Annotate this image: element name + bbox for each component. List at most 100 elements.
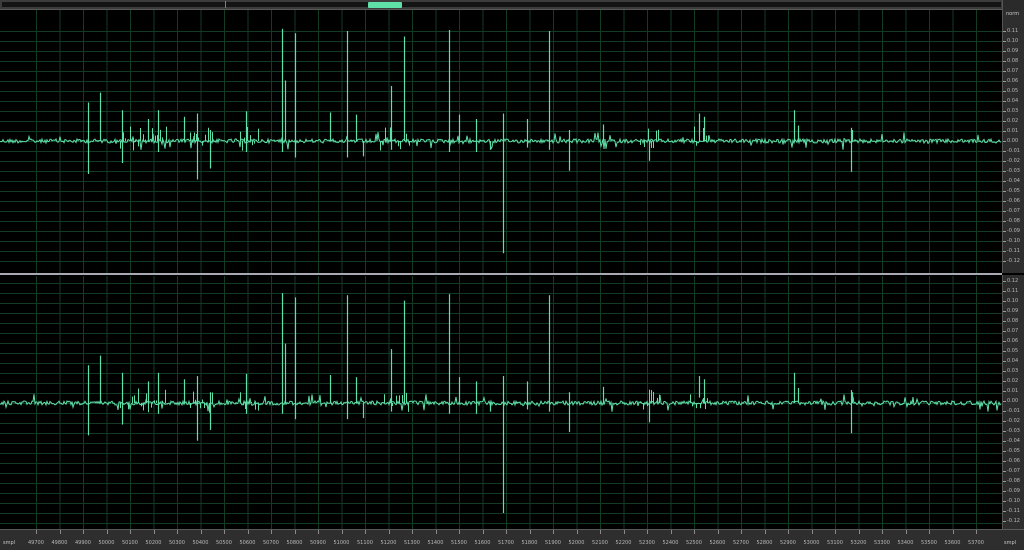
amplitude-tick-mark [1003,431,1006,432]
amplitude-tick-mark [1003,481,1006,482]
amplitude-tick-label: 0.04 [1007,98,1019,104]
amplitude-tick-mark [1003,371,1006,372]
time-unit-label-left: smpl [3,540,16,546]
time-tick-label: 52100 [592,540,608,546]
amplitude-tick-mark [1003,361,1006,362]
overview-view-thumb[interactable] [368,2,402,8]
time-tick-mark [976,530,977,534]
time-tick-label: 52000 [568,540,585,546]
time-tick-mark [177,530,178,534]
overview-scrollbar[interactable] [0,0,1024,10]
time-tick-mark [83,530,84,534]
time-tick-label: 49800 [51,540,68,546]
channel-divider [0,273,1002,275]
time-tick-label: 51400 [427,540,444,546]
time-tick-label: 50800 [286,540,303,546]
time-tick-mark [623,530,625,534]
time-tick-mark [130,530,131,534]
amplitude-tick-mark [1003,251,1006,252]
amplitude-tick-mark [1003,351,1006,352]
overview-track[interactable] [2,2,1001,7]
amplitude-tick-mark [1003,381,1006,382]
channel-2-waveform[interactable] [0,276,1002,529]
time-tick-mark [365,530,366,534]
amplitude-tick-label: -0.10 [1007,498,1020,504]
time-tick-label: 51200 [380,540,397,546]
amplitude-tick-label: 0.06 [1007,338,1019,344]
time-tick-mark [36,530,37,534]
time-tick-mark [811,530,813,534]
time-tick-mark [905,530,907,534]
amplitude-tick-label: 0.09 [1007,48,1019,54]
amplitude-tick-label: 0.02 [1007,118,1019,124]
time-tick-mark [694,530,695,534]
amplitude-tick-mark [1003,321,1006,322]
time-tick-mark [271,530,272,534]
time-tick-label: 51600 [474,540,491,546]
time-tick-mark [294,530,296,534]
amplitude-tick-mark [1003,461,1006,462]
amplitude-tick-label: 0.00 [1007,138,1019,144]
amplitude-tick-mark [1003,141,1006,142]
amplitude-tick-mark [1003,191,1006,192]
time-tick-mark [388,530,390,534]
amplitude-tick-mark [1003,71,1006,72]
amplitude-tick-label: -0.01 [1007,148,1020,154]
time-tick-label: 53600 [944,540,961,546]
amplitude-tick-label: -0.12 [1007,518,1020,524]
amplitude-tick-label: -0.02 [1007,158,1020,164]
time-tick-label: 51700 [498,540,514,546]
amplitude-tick-label: 0.01 [1007,388,1019,394]
amplitude-tick-label: -0.10 [1007,238,1020,244]
amplitude-tick-label: -0.03 [1007,168,1020,174]
time-tick-mark [341,530,343,534]
amplitude-tick-label: 0.07 [1007,328,1019,334]
amplitude-tick-label: -0.09 [1007,488,1020,494]
time-tick-label: 52900 [780,540,796,546]
channel-2-amplitude-ruler[interactable]: 0.12 0.11 0.10 0.09 0.08 0.07 0.06 0.05 0.04 0.03… [1002,275,1024,529]
amplitude-tick-mark [1003,211,1006,212]
amplitude-tick-mark [1003,91,1006,92]
amplitude-tick-mark [1003,291,1006,292]
amplitude-tick-mark [1003,441,1006,442]
amplitude-tick-label: 0.10 [1007,298,1019,304]
amplitude-tick-mark [1003,471,1006,472]
amplitude-tick-mark [1003,161,1006,162]
amplitude-tick-mark [1003,501,1006,502]
waveform-trace [0,394,1002,412]
time-tick-mark [153,530,155,534]
channel-1-amplitude-ruler[interactable]: norm 0.11 0.10 0.09 0.08 0.07 0.06 0.05 0.04 0.0… [1002,10,1024,273]
amplitude-tick-label: 0.09 [1007,308,1019,314]
amplitude-tick-label: 0.05 [1007,88,1019,94]
amplitude-tick-label: 0.07 [1007,68,1019,74]
amplitude-tick-mark [1003,311,1006,312]
amplitude-tick-label: -0.05 [1007,188,1020,194]
amplitude-tick-label: 0.01 [1007,128,1019,134]
time-tick-label: 52500 [686,540,702,546]
time-tick-mark [670,530,672,534]
time-tick-mark [576,530,578,534]
amplitude-tick-mark [1003,151,1006,152]
time-tick-label: 53100 [827,540,843,546]
time-tick-mark [647,530,648,534]
audio-waveform-editor: norm 0.11 0.10 0.09 0.08 0.07 0.06 0.05 0.04 0.0… [0,0,1024,550]
time-tick-mark [858,530,860,534]
time-tick-label: 52300 [639,540,655,546]
amplitude-tick-mark [1003,101,1006,102]
channel-1-waveform-canvas[interactable] [0,10,1002,273]
amplitude-tick-label: -0.11 [1007,248,1020,254]
amplitude-tick-label: -0.07 [1007,468,1020,474]
time-tick-label: 50600 [239,540,256,546]
time-tick-mark [247,530,249,534]
time-tick-mark [459,530,460,534]
amplitude-tick-mark [1003,201,1006,202]
amplitude-tick-mark [1003,521,1006,522]
time-tick-label: 51800 [521,540,538,546]
amplitude-tick-mark [1003,421,1006,422]
channel-2-waveform-canvas[interactable] [0,276,1002,529]
amplitude-tick-label: -0.12 [1007,258,1020,264]
amplitude-tick-mark [1003,301,1006,302]
amplitude-tick-label: 0.10 [1007,38,1019,44]
channel-1-waveform[interactable] [0,10,1002,273]
time-ruler[interactable]: smpl smpl 49700 49800 49900 50000 50100 50200… [0,529,1024,550]
